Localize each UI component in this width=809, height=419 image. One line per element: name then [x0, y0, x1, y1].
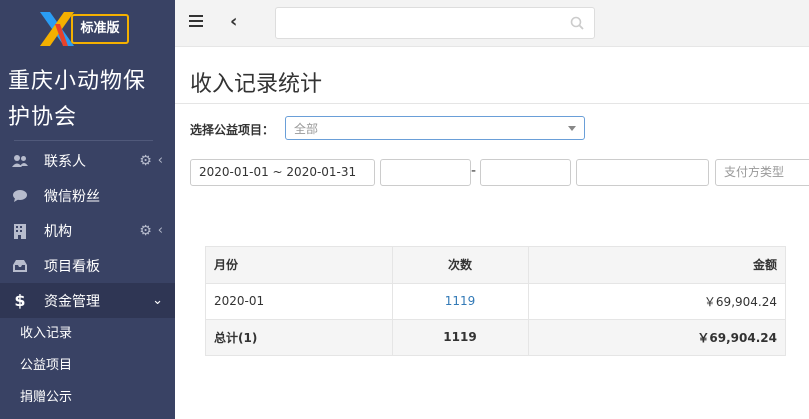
total-label: 总计(1) [206, 319, 393, 355]
sidebar-subitem-donation-disclosure[interactable]: 捐赠公示 [0, 382, 175, 414]
dollar-icon: $ [14, 291, 26, 310]
cell-amount: ￥69,904.24 [528, 283, 785, 320]
range-dash: - [471, 163, 477, 179]
chevron-left-icon: ‹ [157, 223, 163, 238]
dropdown-arrow-icon [568, 126, 576, 131]
cell-count: 1119 [392, 283, 529, 320]
column-header-month[interactable]: 月份 [206, 247, 393, 284]
sidebar-item-wechat-fans[interactable]: 微信粉丝 [0, 178, 175, 213]
column-header-count[interactable]: 次数 [392, 247, 529, 284]
chevron-down-icon: ⌄ [152, 293, 163, 308]
filter-field[interactable] [576, 159, 709, 186]
search-icon[interactable] [570, 16, 584, 30]
count-link[interactable]: 1119 [445, 294, 476, 308]
sidebar-subitem-charity-projects[interactable]: 公益项目 [0, 350, 175, 382]
org-name: 重庆小动物保护协会 [8, 69, 147, 130]
table-total-row: 总计(1) 1119 ￥69,904.24 [206, 319, 785, 355]
chevron-left-icon: ‹ [157, 153, 163, 168]
search-box[interactable] [275, 7, 595, 39]
sidebar-menu: 联系人 ⚙ ‹ 微信粉丝 机构 ⚙ ‹ 项目看板 $ 资金管理 ⌄ 收入记录 公… [0, 143, 175, 414]
date-range-field[interactable]: 2020-01-01 ~ 2020-01-31 [190, 159, 375, 186]
cell-month: 2020-01 [206, 283, 393, 320]
sidebar-item-organizations[interactable]: 机构 ⚙ ‹ [0, 213, 175, 248]
sidebar: 标准版 重庆小动物保护协会 联系人 ⚙ ‹ 微信粉丝 机构 ⚙ ‹ 项目看板 $… [0, 0, 175, 419]
sidebar-item-label: 联系人 [44, 153, 86, 170]
main-content: 收入记录统计 选择公益项目： 全部 2020-01-01 ~ 2020-01-3… [175, 48, 809, 419]
building-icon [11, 222, 29, 240]
sidebar-item-label: 资金管理 [44, 293, 100, 310]
inbox-icon [11, 257, 29, 275]
project-filter-label: 选择公益项目： [190, 123, 275, 137]
project-select-value: 全部 [294, 122, 319, 136]
amount-min-field[interactable] [380, 159, 471, 186]
back-chevron-icon[interactable]: ‹ [230, 11, 237, 32]
sidebar-item-contacts[interactable]: 联系人 ⚙ ‹ [0, 143, 175, 178]
table-header-row: 月份 次数 金额 [206, 247, 785, 284]
project-select[interactable]: 全部 [285, 116, 585, 140]
table-row: 2020-01 1119 ￥69,904.24 [206, 283, 785, 320]
topbar: ‹ [175, 0, 809, 47]
gear-icon[interactable]: ⚙ [139, 153, 152, 169]
column-header-amount[interactable]: 金额 [528, 247, 785, 284]
amount-max-field[interactable] [480, 159, 571, 186]
payer-type-field[interactable]: 支付方类型 [715, 159, 809, 186]
edition-badge: 标准版 [71, 14, 129, 44]
sidebar-divider [14, 140, 153, 141]
sidebar-item-project-board[interactable]: 项目看板 [0, 248, 175, 283]
menu-toggle-icon[interactable] [189, 15, 203, 29]
sidebar-item-label: 项目看板 [44, 258, 100, 275]
sidebar-item-label: 机构 [44, 223, 72, 240]
stats-table: 月份 次数 金额 2020-01 1119 ￥69,904.24 总计(1) 1… [205, 246, 786, 356]
sidebar-item-label: 微信粉丝 [44, 188, 100, 205]
sidebar-item-fund-management[interactable]: $ 资金管理 ⌄ [0, 283, 175, 318]
total-amount: ￥69,904.24 [697, 330, 777, 345]
gear-icon[interactable]: ⚙ [139, 223, 152, 239]
search-input[interactable] [282, 9, 562, 37]
page-title: 收入记录统计 [190, 72, 323, 97]
total-count: 1119 [392, 319, 529, 355]
chat-icon [11, 187, 29, 205]
title-divider [175, 103, 809, 104]
users-icon [11, 152, 29, 170]
logo[interactable]: 标准版 [0, 0, 175, 58]
sidebar-subitem-income-records[interactable]: 收入记录 [0, 318, 175, 350]
